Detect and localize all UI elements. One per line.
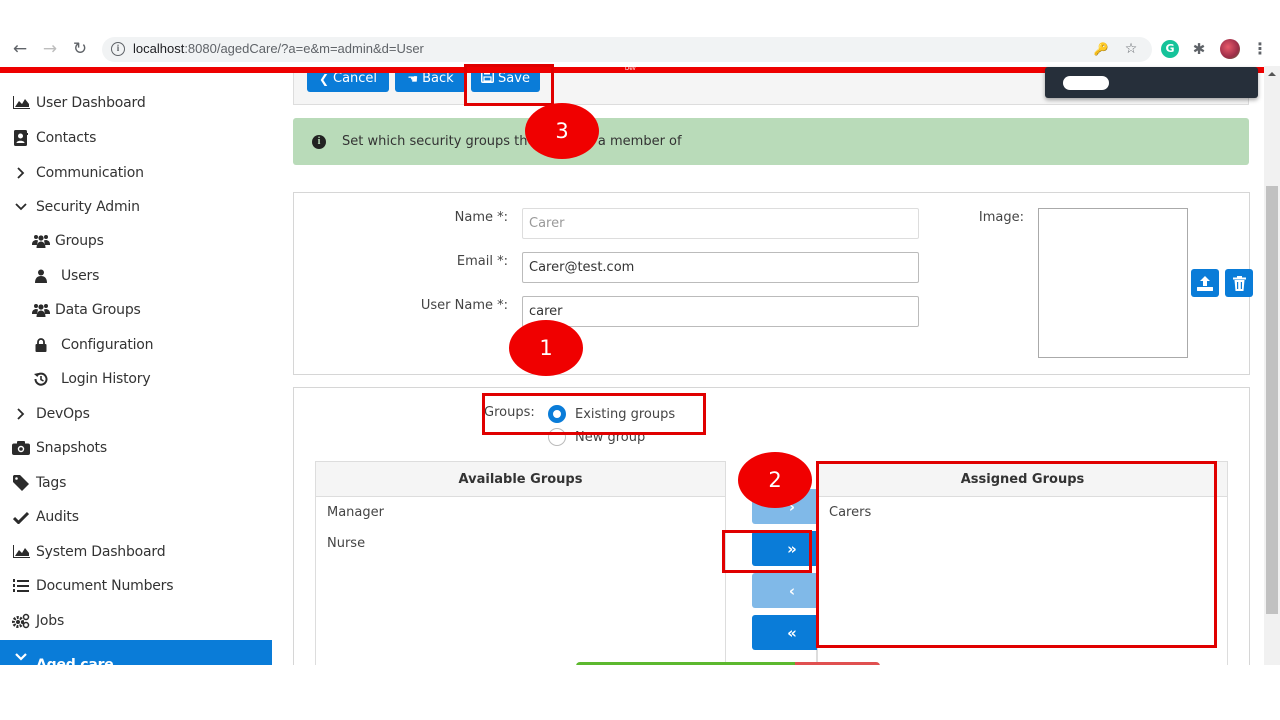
extensions-icon[interactable]: ✱ bbox=[1190, 40, 1208, 58]
lock-icon bbox=[31, 336, 51, 354]
users-icon bbox=[31, 301, 51, 319]
screen: ← → ↻ i localhost:8080/agedCare/?a=e&m=a… bbox=[0, 0, 1280, 720]
chevron-left-icon: ‹ bbox=[788, 581, 796, 600]
browser-toolbar: ← → ↻ i localhost:8080/agedCare/?a=e&m=a… bbox=[0, 33, 1280, 66]
hand-left-icon: ☚ bbox=[407, 73, 419, 86]
annotation-box-save bbox=[464, 64, 554, 106]
check-icon bbox=[11, 508, 31, 526]
sidebar-item-configuration[interactable]: Configuration bbox=[0, 329, 272, 361]
sidebar-item-devops[interactable]: DevOps bbox=[0, 398, 272, 430]
scrollbar-thumb[interactable] bbox=[1266, 186, 1278, 614]
annotation-box-move-all-right bbox=[722, 530, 812, 573]
trash-icon bbox=[1232, 275, 1246, 291]
chevron-right-icon bbox=[11, 164, 31, 182]
sidebar-item-users[interactable]: Users bbox=[0, 260, 272, 292]
cancel-icon: ❮ bbox=[318, 73, 329, 86]
available-groups-header: Available Groups bbox=[316, 462, 725, 497]
upload-image-button[interactable] bbox=[1191, 269, 1219, 297]
numbered-list-icon bbox=[11, 577, 31, 595]
tag-icon bbox=[11, 474, 31, 492]
address-bar[interactable]: i localhost:8080/agedCare/?a=e&m=admin&d… bbox=[102, 37, 1152, 62]
alert-text-start: Set which security groups the u bbox=[342, 134, 548, 149]
menu-icon[interactable]: ⋮ bbox=[1251, 40, 1269, 58]
alert-text-end: a member of bbox=[597, 134, 682, 149]
bottom-margin bbox=[0, 665, 1280, 720]
annotation-marker-2: 2 bbox=[738, 452, 812, 508]
double-chevron-left-icon: « bbox=[787, 623, 797, 642]
area-chart-icon bbox=[11, 94, 31, 112]
annotation-marker-1: 1 bbox=[509, 320, 583, 376]
reload-icon[interactable]: ↻ bbox=[70, 39, 90, 59]
name-field[interactable] bbox=[522, 208, 919, 239]
key-icon[interactable]: 🔑 bbox=[1092, 40, 1110, 58]
sidebar-item-snapshots[interactable]: Snapshots bbox=[0, 432, 272, 464]
email-label: Email *: bbox=[456, 254, 508, 269]
user-details-panel: Name *: Email *: User Name *: Image: bbox=[293, 192, 1253, 375]
sidebar-item-jobs[interactable]: Jobs bbox=[0, 605, 272, 637]
annotation-box-groups-radio bbox=[482, 393, 706, 435]
annotation-marker-3: 3 bbox=[525, 103, 599, 159]
sidebar-item-tags[interactable]: Tags bbox=[0, 467, 272, 499]
name-label: Name *: bbox=[454, 210, 508, 225]
sidebar-item-security-admin[interactable]: Security Admin bbox=[0, 191, 272, 223]
sidebar-item-document-numbers[interactable]: Document Numbers bbox=[0, 570, 272, 602]
cogs-icon bbox=[11, 612, 31, 630]
forward-icon[interactable]: → bbox=[40, 39, 60, 59]
delete-image-button[interactable] bbox=[1225, 269, 1253, 297]
user-icon bbox=[31, 267, 51, 285]
chevron-down-icon bbox=[11, 648, 31, 665]
user-name-label: User Name *: bbox=[420, 298, 508, 313]
chevron-right-icon bbox=[11, 405, 31, 423]
scroll-up-icon[interactable] bbox=[1268, 72, 1276, 76]
sidebar-item-aged-care[interactable]: Aged care bbox=[0, 640, 272, 665]
url-text[interactable]: localhost:8080/agedCare/?a=e&m=admin&d=U… bbox=[133, 41, 424, 56]
cancel-button[interactable]: ❮ Cancel bbox=[307, 73, 389, 92]
page-scrollbar[interactable] bbox=[1264, 66, 1280, 665]
info-icon[interactable]: i bbox=[111, 42, 125, 56]
sidebar-item-data-groups[interactable]: Data Groups bbox=[0, 294, 272, 326]
available-group-item[interactable]: Nurse bbox=[316, 528, 725, 559]
sidebar-item-system-dashboard[interactable]: System Dashboard bbox=[0, 536, 272, 568]
environment-label: Dev bbox=[625, 66, 636, 72]
image-label: Image: bbox=[978, 210, 1024, 225]
upload-icon bbox=[1197, 275, 1213, 291]
info-alert: i Set which security groups the u a memb… bbox=[293, 118, 1249, 165]
popup-pill bbox=[1063, 76, 1109, 90]
available-group-item[interactable]: Manager bbox=[316, 497, 725, 528]
sidebar-item-user-dashboard[interactable]: User Dashboard bbox=[0, 87, 272, 119]
sidebar-item-contacts[interactable]: Contacts bbox=[0, 122, 272, 154]
sidebar-item-groups[interactable]: Groups bbox=[0, 225, 272, 257]
sidebar: User Dashboard Contacts Communication Se… bbox=[0, 73, 272, 665]
users-icon bbox=[31, 232, 51, 250]
back-button[interactable]: ☚ Back bbox=[395, 73, 466, 92]
star-icon[interactable]: ☆ bbox=[1122, 40, 1140, 58]
image-preview bbox=[1038, 208, 1188, 358]
notification-popup[interactable] bbox=[1045, 67, 1258, 98]
info-circle-icon: i bbox=[312, 134, 326, 149]
area-chart-icon bbox=[11, 543, 31, 561]
sidebar-item-communication[interactable]: Communication bbox=[0, 157, 272, 189]
contact-card-icon bbox=[11, 129, 31, 147]
chevron-down-icon bbox=[11, 198, 31, 216]
sidebar-item-login-history[interactable]: Login History bbox=[0, 363, 272, 395]
sidebar-item-audits[interactable]: Audits bbox=[0, 501, 272, 533]
email-field[interactable] bbox=[522, 252, 919, 283]
user-name-field[interactable] bbox=[522, 296, 919, 327]
available-groups-list: Available Groups Manager Nurse bbox=[315, 461, 726, 665]
back-icon[interactable]: ← bbox=[10, 39, 30, 59]
profile-avatar[interactable] bbox=[1220, 39, 1240, 59]
history-icon bbox=[31, 370, 51, 388]
camera-icon bbox=[11, 439, 31, 457]
grammarly-icon[interactable]: G bbox=[1161, 40, 1179, 58]
annotation-box-assigned-groups bbox=[816, 461, 1217, 648]
